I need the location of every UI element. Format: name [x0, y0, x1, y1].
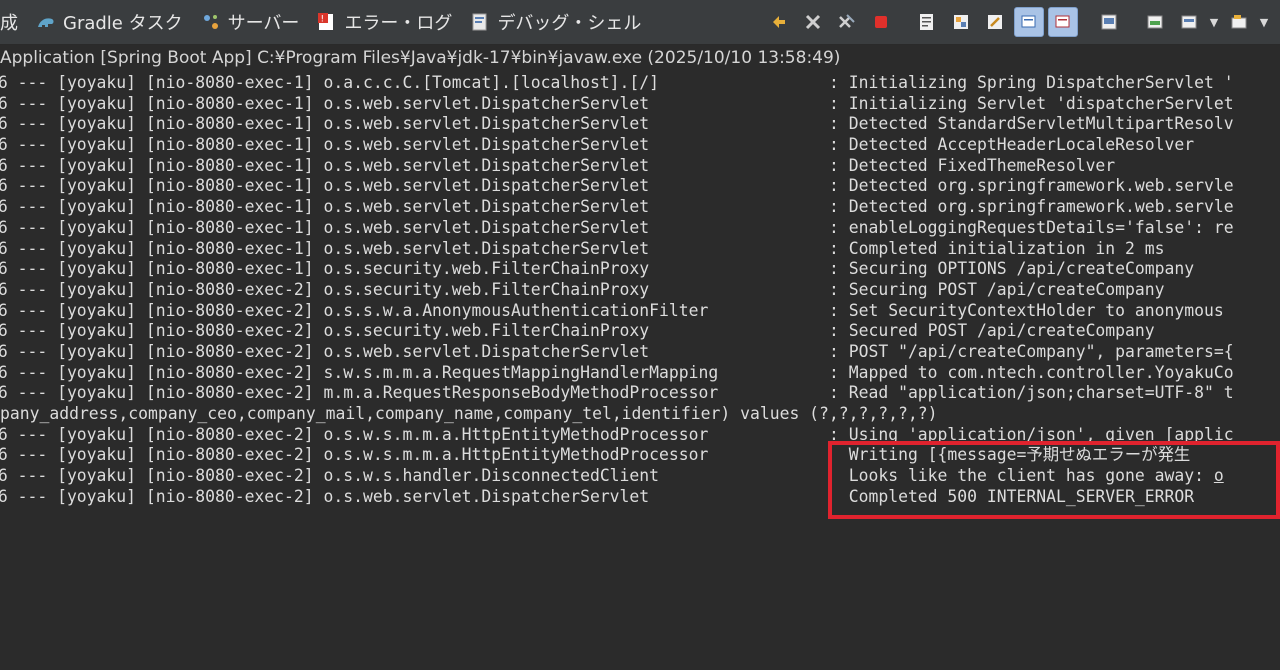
- log-line: 86 --- [yoyaku] [nio-8080-exec-1] o.s.we…: [0, 217, 1234, 237]
- stop-icon[interactable]: [866, 7, 896, 37]
- new-console-icon[interactable]: [1140, 7, 1170, 37]
- word-wrap-icon[interactable]: [912, 7, 942, 37]
- pin-console-icon[interactable]: [1014, 7, 1044, 37]
- tab-label: Gradle タスク: [63, 13, 183, 34]
- chevron-down-icon[interactable]: ▼: [1258, 16, 1270, 29]
- log-line: 86 --- [yoyaku] [nio-8080-exec-1] o.s.we…: [0, 176, 1234, 196]
- log-line: 86 --- [yoyaku] [nio-8080-exec-1] o.s.se…: [0, 259, 1195, 279]
- log-line: 86 --- [yoyaku] [nio-8080-exec-2] o.s.se…: [0, 279, 1165, 299]
- scroll-lock-icon[interactable]: [946, 7, 976, 37]
- console-process-label: Application [Spring Boot App] C:¥Program…: [0, 45, 1280, 71]
- toolbar-separator: [1128, 7, 1136, 37]
- log-line: 86 --- [yoyaku] [nio-8080-exec-1] o.s.we…: [0, 197, 1234, 217]
- toolbar-separator: [1082, 7, 1090, 37]
- tab-servers[interactable]: サーバー: [192, 0, 309, 44]
- log-line: 86 --- [yoyaku] [nio-8080-exec-1] o.s.we…: [0, 93, 1234, 113]
- log-line: 86 --- [yoyaku] [nio-8080-exec-2] m.m.a.…: [0, 383, 1234, 403]
- log-line: 86 --- [yoyaku] [nio-8080-exec-2] o.s.se…: [0, 321, 1155, 341]
- tab-gradle-tasks[interactable]: Gradle タスク: [27, 0, 192, 44]
- svg-text:!: !: [321, 15, 325, 25]
- debug-shell-icon: [470, 12, 490, 32]
- tab-partial[interactable]: 成: [0, 0, 27, 44]
- remove-launch-icon[interactable]: [764, 7, 794, 37]
- log-line: 86 --- [yoyaku] [nio-8080-exec-1] o.s.we…: [0, 238, 1165, 258]
- tab-label: 成: [0, 13, 18, 34]
- console-toolbar: ▼ ▼: [764, 0, 1280, 44]
- open-console-icon[interactable]: [1174, 7, 1204, 37]
- servers-icon: [201, 12, 221, 32]
- tab-label: エラー・ログ: [344, 13, 453, 34]
- log-line: 86 --- [yoyaku] [nio-8080-exec-2] o.s.we…: [0, 341, 1234, 361]
- log-line-sql: pany_address,company_ceo,company_mail,co…: [0, 404, 938, 423]
- tab-error-log[interactable]: ! エラー・ログ: [308, 0, 461, 44]
- log-line: 86 --- [yoyaku] [nio-8080-exec-1] o.s.we…: [0, 135, 1195, 155]
- tab-label: デバッグ・シェル: [497, 13, 642, 34]
- remove-all-terminated-icon[interactable]: [832, 7, 862, 37]
- tab-debug-shell[interactable]: デバッグ・シェル: [461, 0, 650, 44]
- terminate-icon[interactable]: [798, 7, 828, 37]
- pin-view-icon[interactable]: [1224, 7, 1254, 37]
- chevron-down-icon[interactable]: ▼: [1208, 16, 1220, 29]
- log-line: 86 --- [yoyaku] [nio-8080-exec-2] o.s.s.…: [0, 300, 1224, 320]
- log-line: 86 --- [yoyaku] [nio-8080-exec-1] o.s.we…: [0, 155, 1116, 175]
- show-console-stdout-icon[interactable]: [980, 7, 1010, 37]
- error-highlight-box: [828, 441, 1280, 519]
- gradle-icon: [36, 12, 56, 32]
- show-console-stderr-icon[interactable]: [1048, 7, 1078, 37]
- log-line: 86 --- [yoyaku] [nio-8080-exec-2] s.w.s.…: [0, 362, 1234, 382]
- display-selected-console-icon[interactable]: [1094, 7, 1124, 37]
- view-tab-bar: 成 Gradle タスク サーバー ! エラー・ログ デバッグ・シェル ▼ ▼: [0, 0, 1280, 45]
- tab-label: サーバー: [227, 13, 300, 34]
- log-line: 86 --- [yoyaku] [nio-8080-exec-1] o.s.we…: [0, 114, 1234, 134]
- toolbar-separator: [900, 7, 908, 37]
- error-log-icon: !: [317, 12, 337, 32]
- log-line: 86 --- [yoyaku] [nio-8080-exec-1] o.a.c.…: [0, 73, 1234, 92]
